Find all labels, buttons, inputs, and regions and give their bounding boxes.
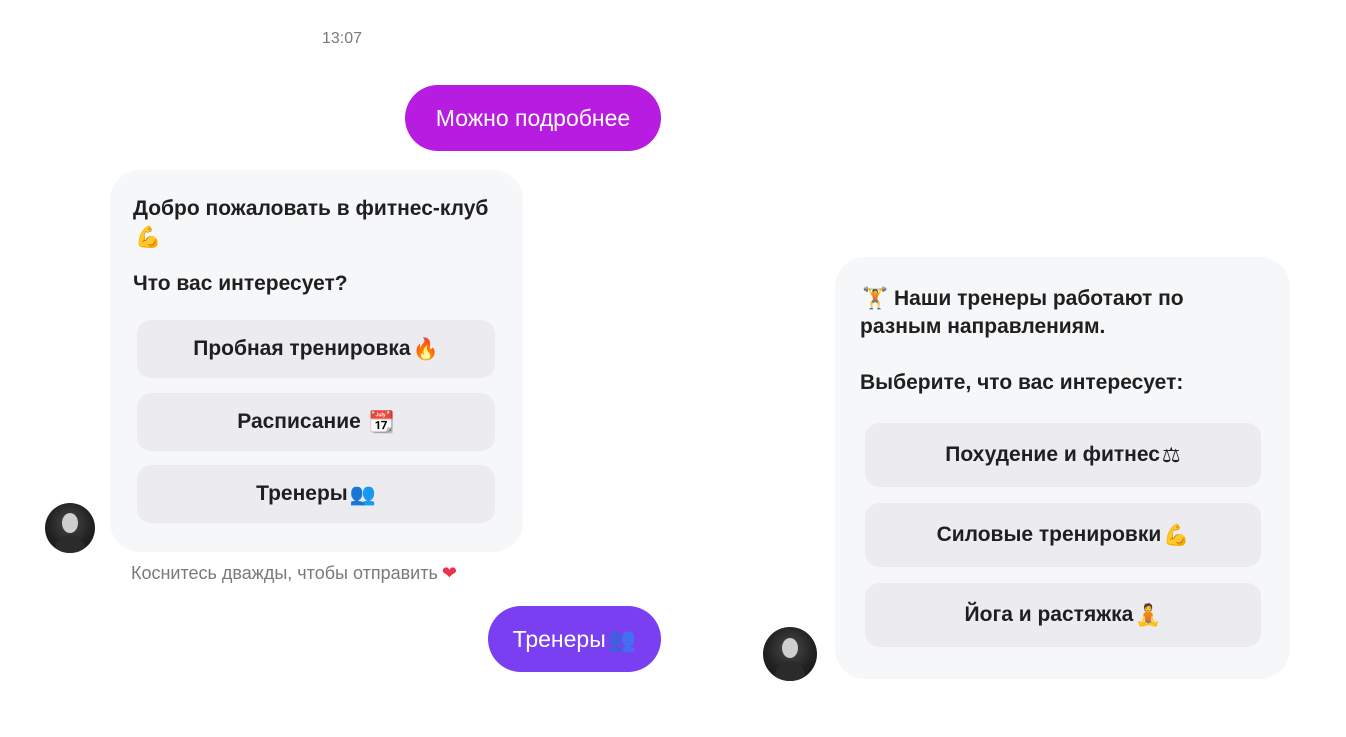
avatar-face [62,513,78,533]
card-trainers-title: 🏋 Наши тренеры работают по разным направ… [860,284,1270,341]
calendar-icon: 📆 [368,409,395,434]
people-icon: 👥 [607,626,637,653]
avatar-body [775,661,805,681]
quick-reply-trainers[interactable]: Тренеры 👥 [137,465,495,523]
card-trainers-title-line2: разным направлениям. [860,315,1106,338]
quick-reply-label: Пробная тренировка [193,337,411,360]
quick-reply-label: Расписание [237,410,367,433]
flexed-biceps-icon: 💪 [135,225,162,249]
quick-reply-trial-workout[interactable]: Пробная тренировка 🔥 [137,320,495,378]
sender-avatar[interactable] [763,627,817,681]
quick-reply-label: Тренеры [256,482,348,505]
quick-reply-schedule[interactable]: Расписание 📆 [137,393,495,451]
card-trainers-question: Выберите, что вас интересует: [860,371,1184,394]
bot-message-card-trainers: 🏋 Наши тренеры работают по разным направ… [835,257,1290,679]
card-trainers-title-line1: Наши тренеры работают по [888,287,1184,310]
card-welcome-title: Добро пожаловать в фитнес-клуб 💪 [133,195,503,252]
quick-reply-label: Похудение и фитнес [945,443,1160,466]
card-welcome-question: Что вас интересует? [133,272,348,295]
quick-reply-weight-loss[interactable]: Похудение и фитнес ⚖ [865,423,1261,487]
outgoing-message-text: Тренеры [512,625,606,652]
quick-reply-strength-training[interactable]: Силовые тренировки 💪 [865,503,1261,567]
fire-icon: 🔥 [412,336,439,361]
yoga-person-icon: 🧘 [1135,602,1162,627]
people-icon: 👥 [349,481,376,506]
balance-scale-icon: ⚖ [1161,443,1181,467]
weightlifter-icon: 🏋 [862,286,889,310]
double-tap-hint-text: Коснитесь дважды, чтобы отправить [131,563,438,583]
bot-message-card-welcome: Добро пожаловать в фитнес-клуб 💪 Что вас… [110,170,523,552]
timestamp: 13:07 [322,30,363,47]
flexed-biceps-icon: 💪 [1163,522,1190,547]
heart-icon: ❤ [441,563,457,584]
avatar-body [55,535,85,553]
outgoing-message-bubble-trainers[interactable]: Тренеры 👥 [488,606,661,672]
double-tap-hint: Коснитесь дважды, чтобы отправить ❤ [131,563,457,584]
quick-reply-label: Силовые тренировки [936,523,1162,546]
avatar-face [782,638,798,658]
sender-avatar[interactable] [45,503,95,553]
quick-reply-yoga-stretching[interactable]: Йога и растяжка 🧘 [865,583,1261,647]
outgoing-message-bubble[interactable]: Можно подробнее [405,85,661,151]
outgoing-message-text: Можно подробнее [435,104,631,131]
quick-reply-label: Йога и растяжка [964,603,1134,626]
card-welcome-title-text: Добро пожаловать в фитнес-клуб [133,197,489,220]
